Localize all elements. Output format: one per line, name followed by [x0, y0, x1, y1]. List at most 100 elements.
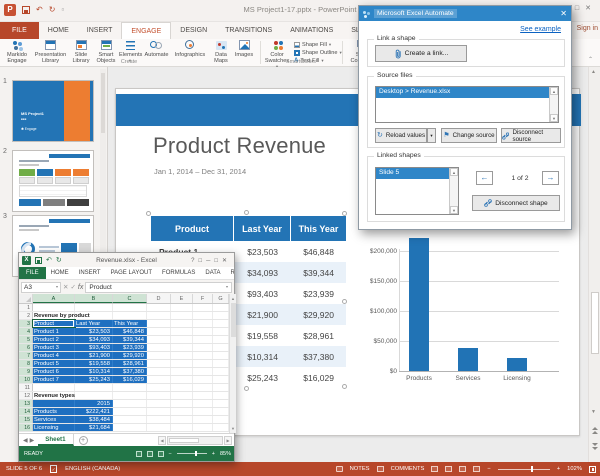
excel-cell-E12[interactable] [171, 392, 193, 399]
close-icon[interactable]: ✕ [560, 9, 567, 18]
excel-cell-G6[interactable] [213, 344, 229, 351]
row-header-15[interactable]: 15 [19, 416, 33, 423]
excel-cell-G7[interactable] [213, 352, 229, 359]
excel-cell-A12[interactable]: Revenue types [33, 392, 75, 399]
zoom-out-icon[interactable]: − [487, 466, 490, 472]
excel-cell-E16[interactable] [171, 424, 193, 431]
excel-cell-F11[interactable] [193, 384, 213, 391]
slideshow-icon[interactable] [473, 466, 480, 472]
row-header-16[interactable]: 16 [19, 424, 33, 431]
excel-cell-E4[interactable] [171, 328, 193, 335]
scroll-up-icon[interactable]: ▲ [450, 168, 458, 176]
excel-cell-B15[interactable]: $38,484 [75, 416, 113, 423]
list-scrollbar[interactable]: ▲ ▼ [449, 168, 458, 214]
row-header-13[interactable]: 13 [19, 400, 33, 407]
redo-icon[interactable]: ↻ [49, 4, 56, 16]
reading-view-icon[interactable] [459, 466, 466, 472]
excel-cell-D8[interactable] [147, 360, 171, 367]
zoom-in-icon[interactable]: + [212, 451, 215, 457]
excel-cell-C15[interactable] [113, 416, 147, 423]
excel-cell-F14[interactable] [193, 408, 213, 415]
excel-cell-B8[interactable]: $19,558 [75, 360, 113, 367]
excel-tab-formulas[interactable]: FORMULAS [157, 267, 200, 279]
excel-cell-B13[interactable]: 2015 [75, 400, 113, 407]
excel-cell-C14[interactable] [113, 408, 147, 415]
excel-cell-G5[interactable] [213, 336, 229, 343]
excel-cell-G10[interactable] [213, 376, 229, 383]
enter-icon[interactable]: ✓ [70, 283, 75, 291]
excel-cell-B4[interactable]: $23,503 [75, 328, 113, 335]
excel-zoom-level[interactable]: 85% [220, 451, 231, 457]
zoom-slider[interactable] [498, 469, 550, 470]
excel-cell-D7[interactable] [147, 352, 171, 359]
excel-window-controls[interactable]: ?□─□✕ [191, 257, 231, 264]
excel-cell-E14[interactable] [171, 408, 193, 415]
scroll-up-icon[interactable]: ▲ [591, 69, 596, 75]
next-shape-button[interactable]: → [542, 171, 559, 185]
row-header-5[interactable]: 5 [19, 336, 33, 343]
row-header-14[interactable]: 14 [19, 408, 33, 415]
sheet-nav-right-icon[interactable]: ▶ [30, 437, 35, 444]
excel-cell-D16[interactable] [147, 424, 171, 431]
excel-cell-D15[interactable] [147, 416, 171, 423]
dialog-titlebar[interactable]: Microsoft Excel Automate ✕ [359, 6, 571, 21]
page-layout-icon[interactable] [147, 451, 153, 457]
tab-file[interactable]: FILE [0, 22, 39, 39]
tab-design[interactable]: DESIGN [171, 22, 216, 39]
list-scrollbar[interactable]: ▲ ▼ [549, 87, 558, 122]
zoom-level[interactable]: 102% [567, 466, 582, 472]
collapse-ribbon-icon[interactable]: ⌃ [588, 56, 593, 63]
language-indicator[interactable]: ENGLISH (CANADA) [65, 466, 120, 472]
scrollbar-thumb[interactable] [169, 438, 199, 443]
excel-cell-B9[interactable]: $10,314 [75, 368, 113, 375]
excel-cell-C4[interactable]: $46,848 [113, 328, 147, 335]
column-header-A[interactable]: A [33, 294, 75, 303]
excel-cell-B12[interactable] [75, 392, 113, 399]
next-slide-icon[interactable] [592, 443, 598, 446]
excel-cell-F12[interactable] [193, 392, 213, 399]
excel-cell-F10[interactable] [193, 376, 213, 383]
excel-tab-file[interactable]: FILE [19, 267, 46, 279]
excel-cell-B14[interactable]: $222,421 [75, 408, 113, 415]
row-header-4[interactable]: 4 [19, 328, 33, 335]
excel-cell-E6[interactable] [171, 344, 193, 351]
tab-engage[interactable]: ENGAGE [121, 22, 171, 39]
excel-cell-G3[interactable] [213, 320, 229, 327]
slide-subtitle[interactable]: Jan 1, 2014 – Dec 31, 2014 [154, 167, 246, 176]
excel-tab-review[interactable]: REVIEW [226, 267, 234, 279]
excel-cell-A5[interactable]: Product 2 [33, 336, 75, 343]
excel-cell-A4[interactable]: Product 1 [33, 328, 75, 335]
reload-values-dropdown[interactable]: ▾ [427, 128, 436, 143]
excel-cell-A6[interactable]: Product 3 [33, 344, 75, 351]
excel-cell-G13[interactable] [213, 400, 229, 407]
excel-cell-F9[interactable] [193, 368, 213, 375]
source-files-list[interactable]: Desktop > Revenue.xlsx ▲ ▼ [375, 86, 559, 123]
row-header-9[interactable]: 9 [19, 368, 33, 375]
normal-view-icon[interactable] [431, 466, 438, 472]
excel-cell-F4[interactable] [193, 328, 213, 335]
slide-bar-chart[interactable]: $0$50,000$100,000$150,000$200,000Product… [376, 234, 576, 394]
next-slide-icon[interactable] [592, 447, 598, 450]
excel-cell-C11[interactable] [113, 384, 147, 391]
excel-cell-G12[interactable] [213, 392, 229, 399]
excel-cell-F6[interactable] [193, 344, 213, 351]
excel-cell-F16[interactable] [193, 424, 213, 431]
excel-cell-E10[interactable] [171, 376, 193, 383]
excel-cell-C3[interactable]: This Year [113, 320, 147, 327]
select-all-corner[interactable] [19, 294, 33, 303]
tab-home[interactable]: HOME [39, 22, 78, 39]
scrollbar-thumb[interactable] [591, 292, 599, 354]
excel-cell-F2[interactable] [193, 312, 213, 319]
row-header-10[interactable]: 10 [19, 376, 33, 383]
tab-insert[interactable]: INSERT [78, 22, 122, 39]
excel-cell-G1[interactable] [213, 304, 229, 311]
excel-cell-E9[interactable] [171, 368, 193, 375]
linked-shapes-list[interactable]: Slide 5 ▲ ▼ [375, 167, 459, 215]
name-box[interactable]: A3▾ [21, 282, 61, 293]
excel-cell-C2[interactable] [113, 312, 147, 319]
row-header-12[interactable]: 12 [19, 392, 33, 399]
spellcheck-icon[interactable]: ✓ [50, 465, 57, 473]
excel-cell-D10[interactable] [147, 376, 171, 383]
excel-cell-B11[interactable] [75, 384, 113, 391]
excel-cell-A10[interactable]: Product 7 [33, 376, 75, 383]
